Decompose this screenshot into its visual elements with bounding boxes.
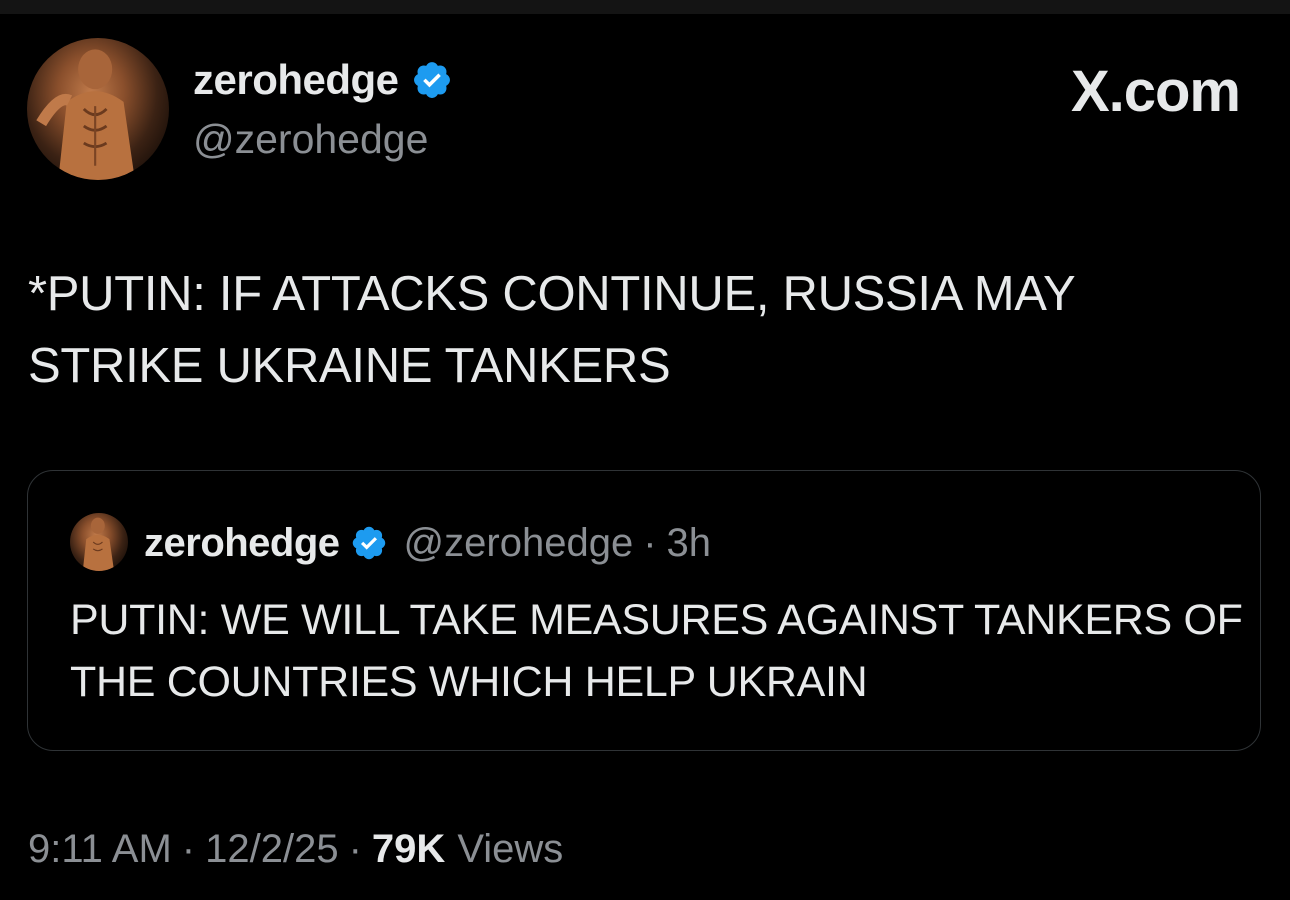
quoted-handle[interactable]: @zerohedge (404, 521, 634, 566)
verified-badge-icon (350, 524, 388, 562)
brand-watermark: X.com (1070, 59, 1241, 124)
views-label: Views (457, 827, 564, 871)
tweet-meta-footer: 9:11 AM · 12/2/25 · 79K Views (28, 827, 563, 872)
quoted-tweet-text: PUTIN: WE WILL TAKE MEASURES AGAINST TAN… (70, 596, 1243, 706)
author-avatar[interactable] (27, 38, 169, 180)
top-status-strip (0, 0, 1290, 14)
separator-dot: · (181, 827, 196, 871)
tweet-text: *PUTIN: IF ATTACKS CONTINUE, RUSSIA MAY … (28, 267, 1075, 393)
avatar-image (82, 517, 115, 571)
separator-dot: · (643, 520, 657, 565)
quoted-header-row: zerohedge @zerohedge · 3h (144, 517, 711, 569)
avatar-image (36, 49, 135, 180)
tweet-time[interactable]: 9:11 AM (28, 827, 172, 872)
quoted-author-avatar[interactable] (70, 513, 128, 571)
tweet-date[interactable]: 12/2/25 (205, 827, 338, 872)
verified-badge-icon (411, 59, 453, 101)
author-display-name[interactable]: zerohedge (193, 56, 399, 104)
separator-dot: · (348, 827, 362, 871)
quoted-display-name[interactable]: zerohedge (144, 521, 340, 566)
author-name-row: zerohedge (193, 52, 453, 108)
views-count: 79K (371, 827, 446, 871)
quoted-tweet-card[interactable]: zerohedge @zerohedge · 3h PUTIN: WE WILL… (27, 470, 1261, 751)
author-handle[interactable]: @zerohedge (193, 116, 428, 163)
quoted-timestamp[interactable]: 3h (667, 521, 712, 566)
